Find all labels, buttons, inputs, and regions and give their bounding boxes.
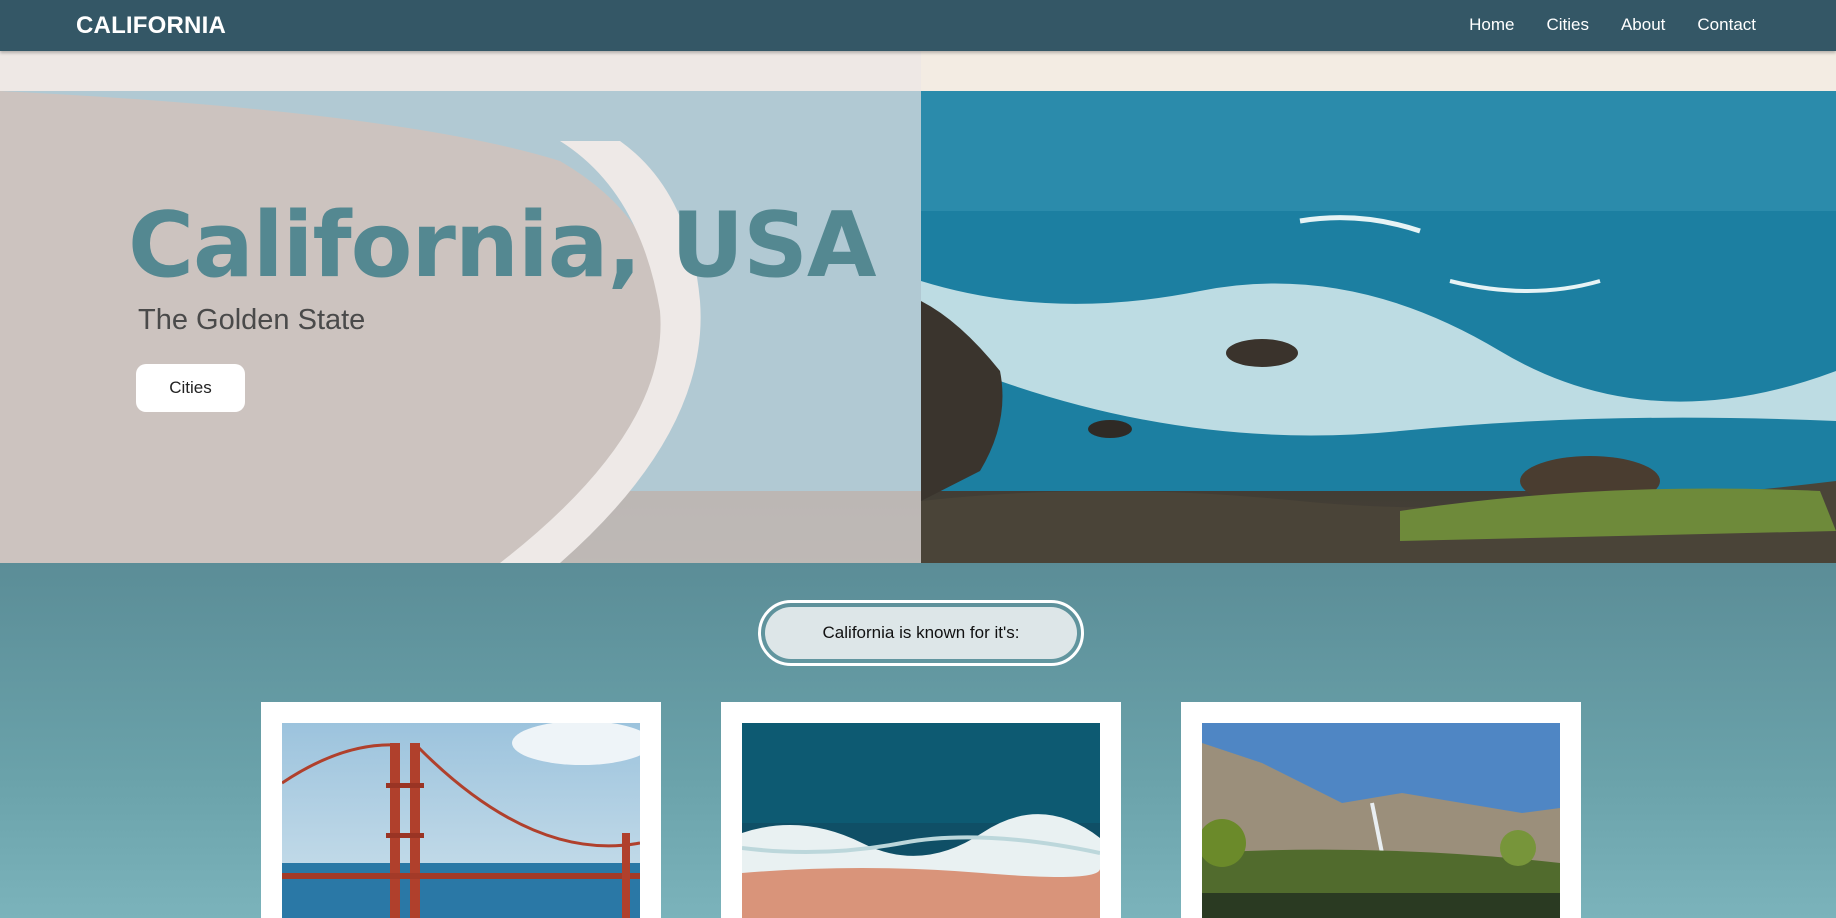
golden-gate-bridge-image <box>282 723 640 918</box>
ocean-beach-image <box>742 723 1100 918</box>
yosemite-valley-image <box>1202 723 1560 918</box>
cities-button[interactable]: Cities <box>136 364 245 412</box>
known-for-label: California is known for it's: <box>765 607 1077 659</box>
card-golden-gate[interactable] <box>261 702 661 918</box>
card-beaches[interactable] <box>721 702 1121 918</box>
hero-title: California, USA <box>128 193 877 298</box>
hero-subtitle: The Golden State <box>138 304 366 336</box>
known-for-badge: California is known for it's: <box>758 600 1084 666</box>
nav-link-about[interactable]: About <box>1621 15 1665 35</box>
nav-link-home[interactable]: Home <box>1469 15 1514 35</box>
nav-link-cities[interactable]: Cities <box>1546 15 1589 35</box>
hero-section: California, USA The Golden State Cities <box>0 51 1836 563</box>
nav-link-contact[interactable]: Contact <box>1697 15 1756 35</box>
brand-logo[interactable]: CALIFORNIA <box>76 12 226 40</box>
card-yosemite[interactable] <box>1181 702 1581 918</box>
nav-links: Home Cities About Contact <box>1469 15 1756 35</box>
navbar: CALIFORNIA Home Cities About Contact <box>0 0 1836 51</box>
features-section: California is known for it's: <box>0 563 1836 918</box>
